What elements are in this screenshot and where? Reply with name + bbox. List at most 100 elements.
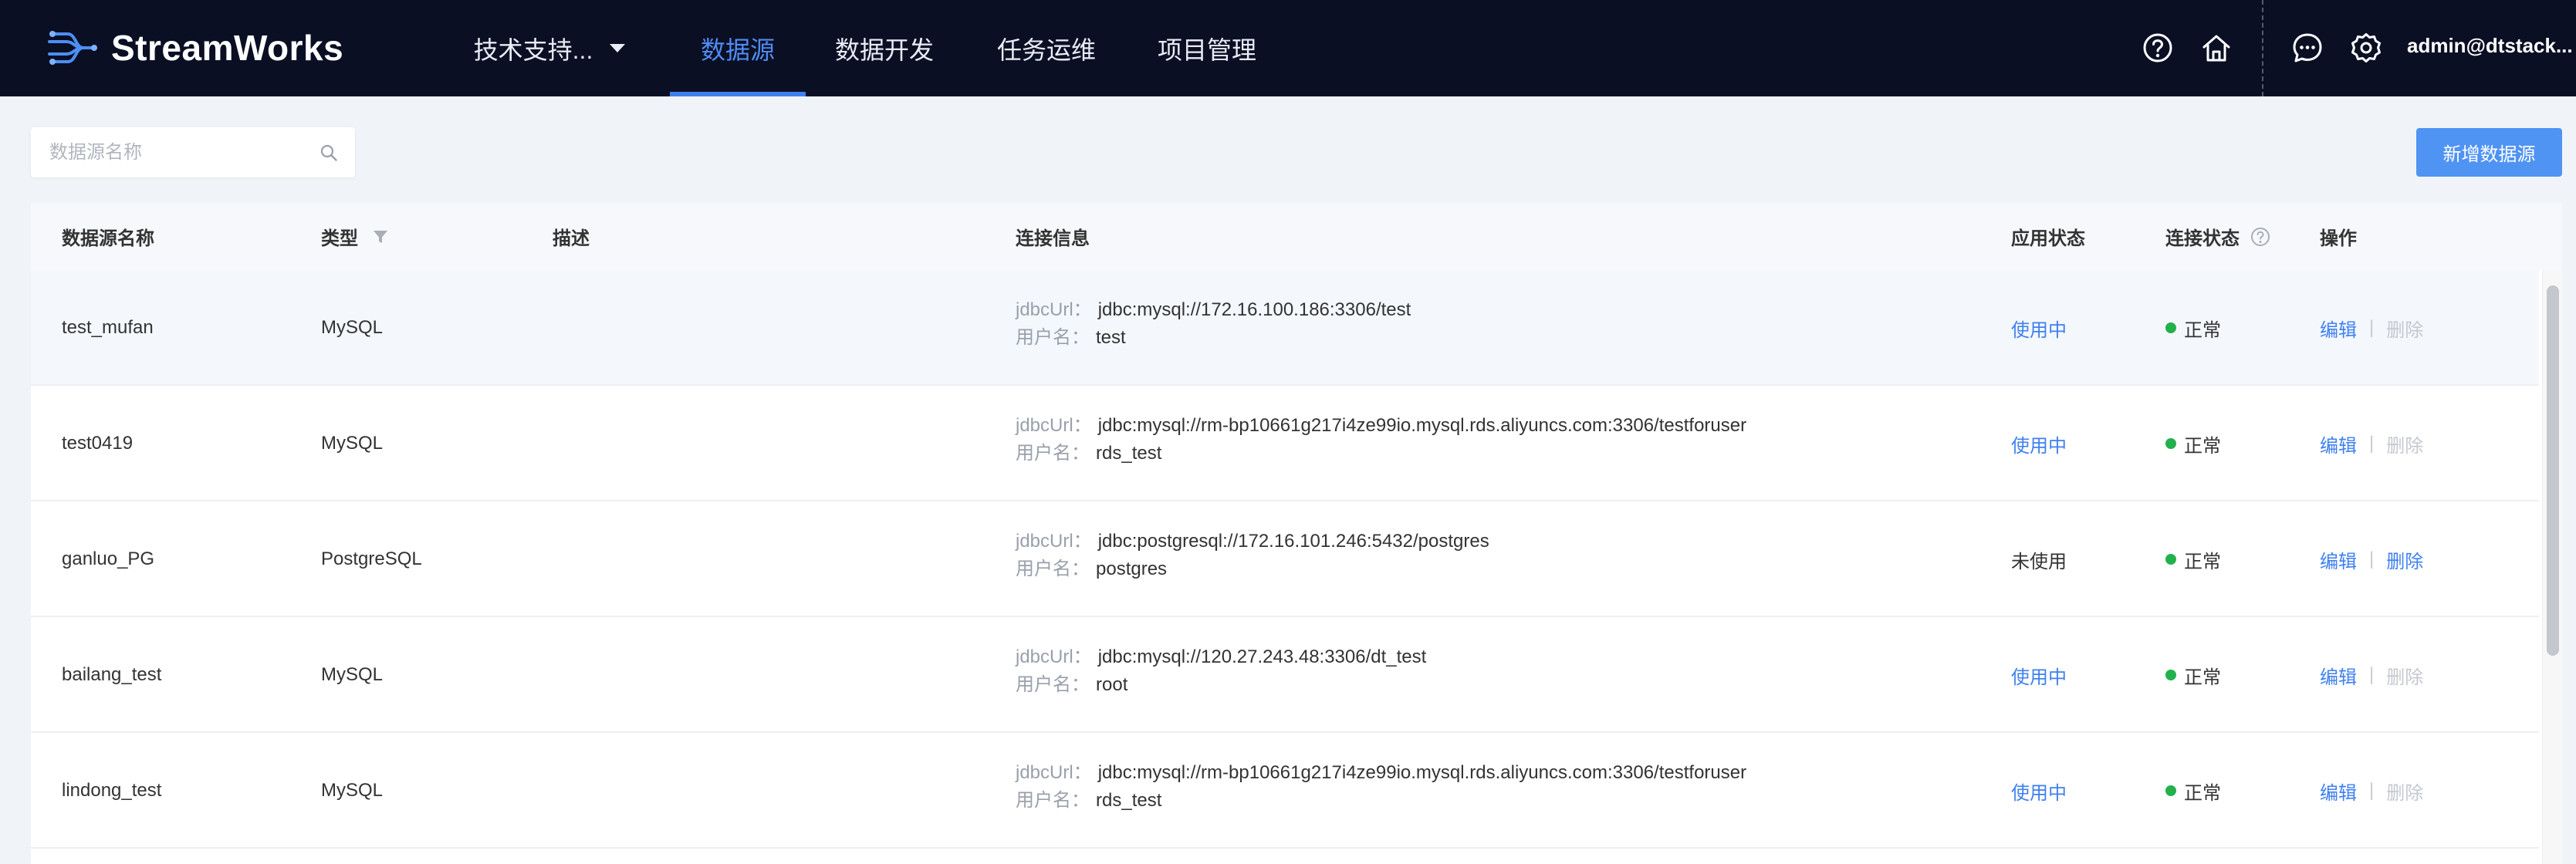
conn-user-value: postgres xyxy=(1096,559,1168,579)
conn-user-value: test xyxy=(1096,327,1126,348)
cell-type: MySQL xyxy=(321,780,384,801)
nav-data-dev-label: 数据开发 xyxy=(834,35,934,64)
table-row: ganluo_PG PostgreSQL jdbcUrl： jdbc:postgres… xyxy=(31,501,2539,617)
cell-operations: 编辑 | 删除 xyxy=(2320,270,2423,386)
search-box xyxy=(31,127,355,177)
nav-task-ops[interactable]: 任务运维 xyxy=(988,0,1105,96)
conn-user-line: 用户名： rds_test xyxy=(1016,787,1746,815)
edit-button[interactable]: 编辑 xyxy=(2320,430,2357,457)
conn-user-line: 用户名： test xyxy=(1016,324,1411,352)
top-header: StreamWorks 技术支持... 数据源 数据开发 任务运维 项目管理 a… xyxy=(0,0,2576,96)
cell-name: lindong_test xyxy=(62,780,162,801)
nav-data-dev[interactable]: 数据开发 xyxy=(826,0,943,96)
cell-app-status[interactable]: 使用中 xyxy=(2011,617,2067,733)
conn-url-value: jdbc:mysql://120.27.243.48:3306/dt_test xyxy=(1097,646,1427,667)
column-header-desc-label: 描述 xyxy=(553,228,590,249)
conn-url-value: jdbc:mysql://172.16.100.186:3306/test xyxy=(1097,299,1411,320)
nav-datasource[interactable]: 数据源 xyxy=(670,0,806,96)
home-icon[interactable] xyxy=(2201,32,2232,63)
conn-user-label: 用户名： xyxy=(1016,327,1090,348)
search-input[interactable] xyxy=(49,141,304,164)
delete-button: 删除 xyxy=(2386,319,2424,341)
conn-url-value: jdbc:mysql://rm-bp10661g217i4ze99io.mysq… xyxy=(1097,762,1747,783)
nav-tech-support[interactable]: 技术支持... xyxy=(472,0,627,96)
conn-url-label: jdbcUrl： xyxy=(1016,762,1092,783)
nav-datasource-label: 数据源 xyxy=(700,35,775,64)
edit-button[interactable]: 编辑 xyxy=(2320,778,2357,805)
help-icon[interactable] xyxy=(2142,32,2173,63)
scrollbar-thumb[interactable] xyxy=(2547,285,2559,656)
cell-app-status[interactable]: 使用中 xyxy=(2011,270,2067,386)
cell-app-status[interactable]: 使用中 xyxy=(2011,733,2067,849)
column-header-name: 数据源名称 xyxy=(62,203,154,270)
column-header-type-label: 类型 xyxy=(321,228,358,249)
conn-url-value: jdbc:postgresql://172.16.101.246:5432/po… xyxy=(1097,531,1489,552)
conn-user-value: rds_test xyxy=(1096,790,1162,811)
op-separator: | xyxy=(2369,780,2375,801)
column-header-ops: 操作 xyxy=(2320,203,2357,270)
conn-status-text: 正常 xyxy=(2184,551,2221,572)
vertical-scrollbar[interactable] xyxy=(2542,270,2562,864)
column-header-conn-status-label: 连接状态 xyxy=(2165,228,2240,249)
filter-icon[interactable] xyxy=(372,228,389,245)
table-row: test_mufan MySQL jdbcUrl： jdbc:mysql://172.… xyxy=(31,270,2539,386)
nav-project-mgmt[interactable]: 项目管理 xyxy=(1148,0,1266,96)
status-ok-dot xyxy=(2165,670,2176,680)
cell-operations: 编辑 | 删除 xyxy=(2320,501,2423,617)
column-header-ops-label: 操作 xyxy=(2320,228,2357,249)
edit-button[interactable]: 编辑 xyxy=(2320,546,2357,573)
cell-conn-status: 正常 xyxy=(2165,617,2221,733)
conn-status-text: 正常 xyxy=(2184,435,2221,457)
add-datasource-button[interactable]: 新增数据源 xyxy=(2416,128,2562,177)
cell-conn-status: 正常 xyxy=(2165,733,2221,849)
conn-url-label: jdbcUrl： xyxy=(1016,531,1092,552)
cell-conn-status: 正常 xyxy=(2165,270,2221,386)
cell-name: bailang_test xyxy=(62,664,162,685)
op-separator: | xyxy=(2369,317,2375,338)
column-header-name-label: 数据源名称 xyxy=(62,228,154,249)
conn-url-line: jdbcUrl： jdbc:mysql://172.16.100.186:3306… xyxy=(1016,296,1411,324)
conn-status-text: 正常 xyxy=(2184,782,2221,804)
conn-url-value: jdbc:mysql://rm-bp10661g217i4ze99io.mysq… xyxy=(1097,415,1747,436)
edit-button[interactable]: 编辑 xyxy=(2320,662,2357,689)
conn-user-label: 用户名： xyxy=(1016,559,1090,579)
nav-tech-support-label: 技术支持... xyxy=(473,35,593,64)
delete-button[interactable]: 删除 xyxy=(2386,546,2423,573)
conn-user-line: 用户名： root xyxy=(1016,671,1426,699)
user-account[interactable]: admin@dtstack... xyxy=(2407,34,2573,58)
cell-type: MySQL xyxy=(321,433,384,454)
streamworks-logo-icon xyxy=(48,31,97,65)
brand-logo[interactable]: StreamWorks xyxy=(48,23,343,73)
column-header-conn: 连接信息 xyxy=(1016,203,1090,270)
header-divider xyxy=(2262,0,2263,96)
op-separator: | xyxy=(2369,548,2375,569)
column-header-desc: 描述 xyxy=(553,203,590,270)
table-row: test0419 MySQL jdbcUrl： jdbc:mysql://rm-bp1… xyxy=(31,386,2539,501)
conn-user-label: 用户名： xyxy=(1016,674,1090,695)
conn-url-line: jdbcUrl： jdbc:mysql://120.27.243.48:3306/… xyxy=(1016,643,1426,671)
status-ok-dot xyxy=(2165,322,2176,333)
column-header-app-status: 应用状态 xyxy=(2011,203,2085,270)
search-icon[interactable] xyxy=(319,143,338,162)
conn-user-value: rds_test xyxy=(1096,443,1162,464)
column-header-conn-status: 连接状态 xyxy=(2165,203,2270,270)
column-header-app-status-label: 应用状态 xyxy=(2011,228,2085,249)
op-separator: | xyxy=(2369,433,2375,454)
cell-name: test_mufan xyxy=(62,317,154,338)
conn-user-value: root xyxy=(1096,674,1128,695)
cell-name: ganluo_PG xyxy=(62,548,155,569)
conn-url-label: jdbcUrl： xyxy=(1016,415,1092,436)
op-separator: | xyxy=(2369,664,2375,685)
message-icon[interactable] xyxy=(2292,32,2323,63)
conn-user-line: 用户名： rds_test xyxy=(1016,440,1746,467)
gear-icon[interactable] xyxy=(2351,32,2382,63)
conn-url-line: jdbcUrl： jdbc:postgresql://172.16.101.246… xyxy=(1016,528,1489,555)
edit-button[interactable]: 编辑 xyxy=(2320,315,2357,342)
conn-user-line: 用户名： postgres xyxy=(1016,555,1489,583)
help-circle-icon[interactable] xyxy=(2250,227,2270,247)
conn-url-label: jdbcUrl： xyxy=(1016,646,1092,667)
cell-connection-info: jdbcUrl： jdbc:mysql://rm-bp10661g217i4ze9… xyxy=(1016,759,1746,815)
status-ok-dot xyxy=(2165,554,2176,565)
cell-app-status[interactable]: 使用中 xyxy=(2011,386,2067,501)
nav-task-ops-label: 任务运维 xyxy=(996,35,1096,64)
